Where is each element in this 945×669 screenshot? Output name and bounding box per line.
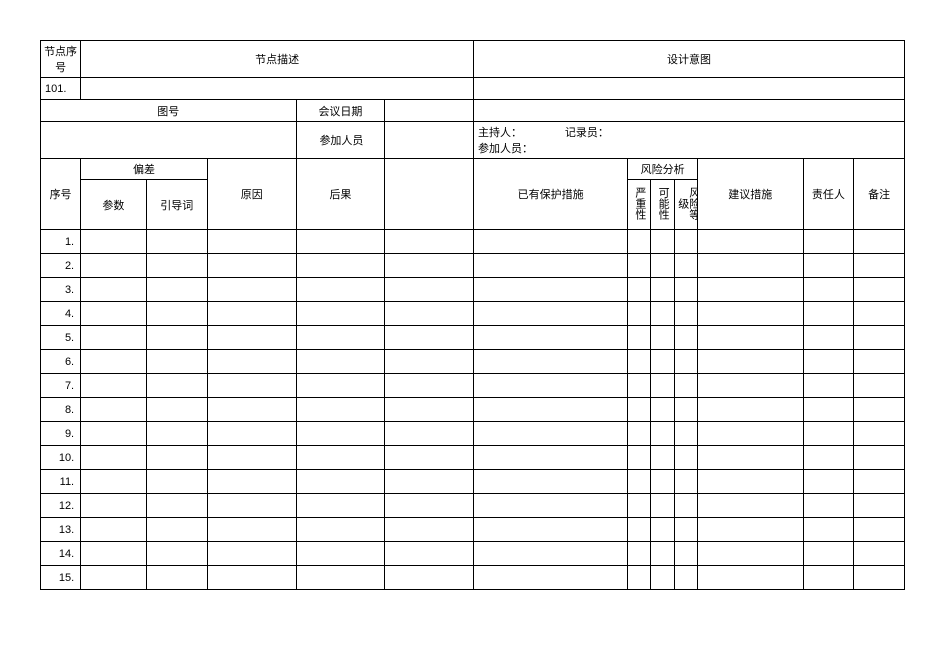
table-row: 1. [41,230,905,254]
participants-blank [385,122,474,159]
table-row: 5. [41,326,905,350]
row-seq: 11. [41,470,81,494]
row-seq: 13. [41,518,81,542]
table-row: 11. [41,470,905,494]
host-recorder-cell: 主持人： 记录员： 参加人员： [474,122,905,159]
table-row: 10. [41,446,905,470]
row-seq: 3. [41,278,81,302]
col-param: 参数 [81,180,146,230]
col-remark: 备注 [854,159,905,230]
col-deviation: 偏差 [81,159,208,180]
col-risk-level: 风险等级 [674,180,697,230]
node-seq-label: 节点序号 [41,41,81,78]
col-severity: 严重性 [628,180,651,230]
col-recommendation: 建议措施 [697,159,803,230]
table-row: 13. [41,518,905,542]
row-seq: 4. [41,302,81,326]
row-seq: 7. [41,374,81,398]
recorder-label: 记录员： [565,127,609,139]
row-seq: 10. [41,446,81,470]
col-responsible: 责任人 [803,159,854,230]
col-likelihood: 可能性 [651,180,674,230]
row-seq: 2. [41,254,81,278]
node-desc-value [81,78,474,100]
row-seq: 14. [41,542,81,566]
meeting-date-value [385,100,474,122]
table-row: 12. [41,494,905,518]
hazop-table: 节点序号 节点描述 设计意图 101. 图号 会议日期 参加人员 主持人： 记录… [40,40,905,590]
col-consequence: 后果 [296,159,385,230]
table-row: 14. [41,542,905,566]
table-row: 7. [41,374,905,398]
col-risk-analysis: 风险分析 [628,159,698,180]
meeting-date-right [474,100,905,122]
design-intent-label: 设计意图 [474,41,905,78]
host-label: 主持人： [478,127,522,139]
drawing-label: 图号 [41,100,297,122]
row-seq: 15. [41,566,81,590]
col-consequence2 [385,159,474,230]
table-row: 6. [41,350,905,374]
col-guideword: 引导词 [146,180,207,230]
row-seq: 1. [41,230,81,254]
row-seq: 6. [41,350,81,374]
table-row: 3. [41,278,905,302]
design-intent-value [474,78,905,100]
participants-label: 参加人员 [296,122,385,159]
node-desc-label: 节点描述 [81,41,474,78]
row-seq: 12. [41,494,81,518]
table-row: 4. [41,302,905,326]
table-row: 9. [41,422,905,446]
table-row: 8. [41,398,905,422]
row-seq: 5. [41,326,81,350]
table-row: 15. [41,566,905,590]
col-seq: 序号 [41,159,81,230]
meeting-date-label: 会议日期 [296,100,385,122]
row-seq: 9. [41,422,81,446]
drawing-value [41,122,297,159]
node-seq-value: 101. [41,78,81,100]
table-row: 2. [41,254,905,278]
participants-text: 参加人员： [478,143,533,155]
col-safeguards: 已有保护措施 [474,159,628,230]
col-cause: 原因 [207,159,296,230]
row-seq: 8. [41,398,81,422]
